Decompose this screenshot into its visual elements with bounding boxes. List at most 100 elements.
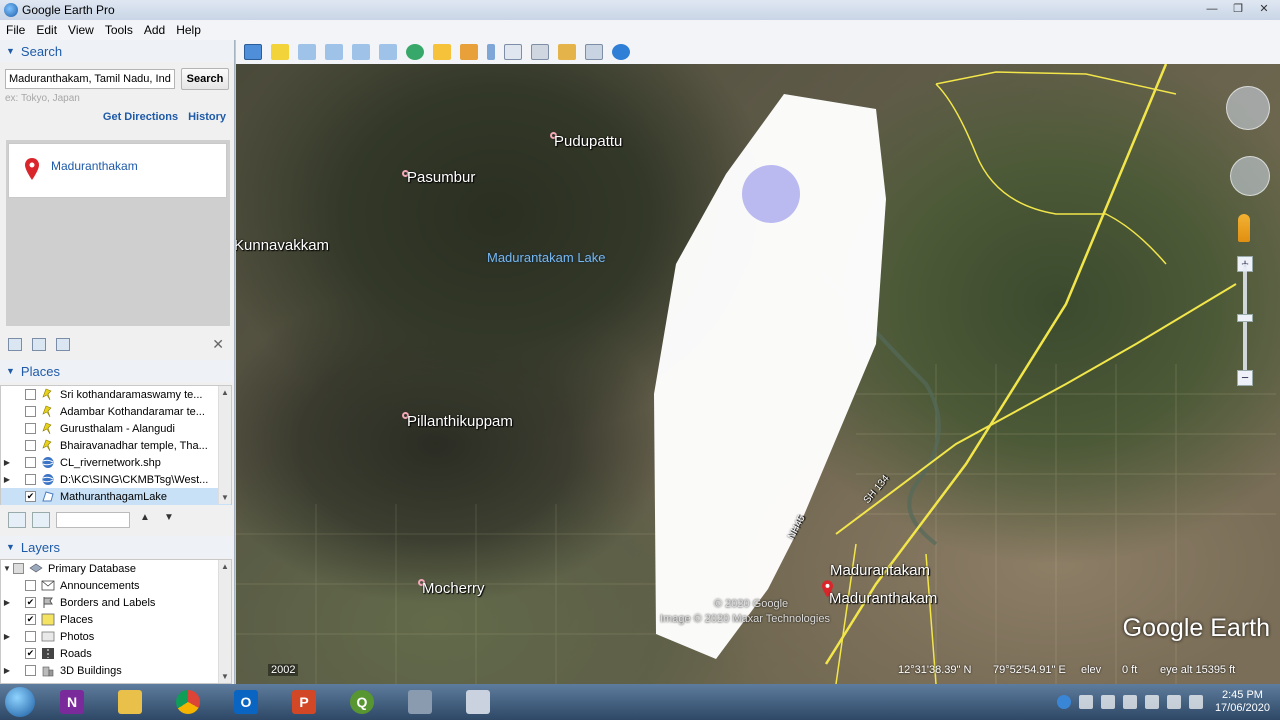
clear-results-icon[interactable]: ✕ <box>212 336 224 353</box>
checkbox[interactable] <box>25 474 36 485</box>
taskbar-chrome[interactable] <box>162 685 214 719</box>
tree-row[interactable]: Sri kothandaramaswamy te... <box>1 386 231 403</box>
get-directions-link[interactable]: Get Directions <box>103 111 178 123</box>
taskbar-powerpoint[interactable]: P <box>278 685 330 719</box>
path-tool-icon[interactable] <box>325 44 343 60</box>
label-madurantakam[interactable]: Madurantakam <box>830 562 930 579</box>
overlay-icon[interactable] <box>352 44 370 60</box>
close-button[interactable]: ✕ <box>1252 1 1276 18</box>
expand-arrow-icon[interactable]: ▶ <box>1 458 13 467</box>
menu-file[interactable]: File <box>6 23 25 37</box>
tree-row[interactable]: Bhairavanadhar temple, Tha... <box>1 437 231 454</box>
tree-row[interactable]: ▶ CL_rivernetwork.shp <box>1 454 231 471</box>
look-control[interactable] <box>1226 86 1270 130</box>
print-icon[interactable] <box>56 337 70 351</box>
zoom-out-button[interactable]: − <box>1237 370 1253 386</box>
historical-year[interactable]: 2002 <box>268 664 299 676</box>
checkbox[interactable] <box>25 457 36 468</box>
menu-add[interactable]: Add <box>144 23 165 37</box>
expand-arrow-icon[interactable]: ▶ <box>1 475 13 484</box>
search-places-icon[interactable] <box>8 512 26 528</box>
planet-icon[interactable] <box>460 44 478 60</box>
checkbox[interactable] <box>25 389 36 400</box>
checkbox[interactable] <box>25 440 36 451</box>
search-result-item[interactable]: Maduranthakam <box>8 143 227 198</box>
security-icon[interactable] <box>1144 695 1159 709</box>
tree-row[interactable]: Announcements <box>1 577 231 594</box>
checkbox-checked[interactable]: ✔ <box>25 491 36 502</box>
flag-icon[interactable] <box>1078 695 1093 709</box>
zoom-slider-handle[interactable] <box>1237 314 1253 322</box>
email-icon[interactable] <box>504 44 522 60</box>
panel-toggle-icon[interactable] <box>32 512 50 528</box>
history-link[interactable]: History <box>188 111 226 123</box>
checkbox[interactable] <box>25 580 36 591</box>
copy-icon[interactable] <box>32 337 46 351</box>
lavender-marker[interactable] <box>742 165 800 223</box>
checkbox-checked[interactable]: ✔ <box>25 597 36 608</box>
tree-row[interactable]: ▶ 3D Buildings <box>1 662 231 679</box>
network-icon[interactable] <box>1100 695 1115 709</box>
tree-row[interactable]: ✔ Roads <box>1 645 231 662</box>
places-section-header[interactable]: ▼ Places <box>0 360 234 382</box>
checkbox[interactable] <box>13 563 24 574</box>
move-up-icon[interactable]: ▲ <box>136 512 154 528</box>
device-icon[interactable] <box>1122 695 1137 709</box>
signal-icon[interactable] <box>1166 695 1181 709</box>
checkbox-checked[interactable]: ✔ <box>25 614 36 625</box>
checkbox[interactable] <box>25 631 36 642</box>
layers-scrollbar[interactable]: ▲ ▼ <box>218 560 231 683</box>
maximize-button[interactable]: ❐ <box>1226 1 1250 18</box>
historical-imagery-icon[interactable] <box>406 44 424 60</box>
help-icon[interactable] <box>1056 695 1071 709</box>
expand-arrow-icon[interactable]: ▶ <box>1 666 13 675</box>
checkbox-checked[interactable]: ✔ <box>25 648 36 659</box>
label-pudupattu[interactable]: Pudupattu <box>554 133 622 150</box>
menu-view[interactable]: View <box>68 23 94 37</box>
tree-row[interactable]: ▶ ✔ Borders and Labels <box>1 594 231 611</box>
start-button[interactable] <box>0 684 40 720</box>
label-kunnavakkam[interactable]: Kunnavakkam <box>236 237 329 254</box>
tree-row[interactable]: Adambar Kothandaramar te... <box>1 403 231 420</box>
move-control[interactable] <box>1230 156 1270 196</box>
label-mocherry[interactable]: Mocherry <box>422 580 485 597</box>
places-scrollbar[interactable]: ▲ ▼ <box>218 386 231 504</box>
taskbar-app[interactable] <box>452 685 504 719</box>
save-image-icon[interactable] <box>558 44 576 60</box>
search-section-header[interactable]: ▼ Search <box>0 40 234 62</box>
sunlight-icon[interactable] <box>433 44 451 60</box>
search-button[interactable]: Search <box>181 68 229 90</box>
label-madurantakam-lake[interactable]: Madurantakam Lake <box>487 250 606 265</box>
taskbar-google-earth-pro[interactable] <box>394 685 446 719</box>
search-input[interactable] <box>5 69 175 89</box>
taskbar-qgis[interactable]: Q <box>336 685 388 719</box>
placemark-icon[interactable] <box>271 44 289 60</box>
street-view-pegman-icon[interactable] <box>1238 214 1250 242</box>
menu-help[interactable]: Help <box>176 23 201 37</box>
clock[interactable]: 2:45 PM 17/06/2020 <box>1215 689 1270 715</box>
taskbar-outlook[interactable]: O <box>220 685 272 719</box>
tree-row-selected[interactable]: ✔ MathuranthagamLake <box>1 488 231 505</box>
label-maduranthakam[interactable]: Maduranthakam <box>829 590 937 607</box>
minimize-button[interactable]: — <box>1200 1 1224 18</box>
expand-arrow-icon[interactable]: ▶ <box>1 598 13 607</box>
checkbox[interactable] <box>25 406 36 417</box>
menu-edit[interactable]: Edit <box>36 23 57 37</box>
add-folder-icon[interactable] <box>8 337 22 351</box>
polygon-tool-icon[interactable] <box>298 44 316 60</box>
print-icon[interactable] <box>531 44 549 60</box>
collapse-arrow-icon[interactable]: ▼ <box>1 564 13 573</box>
taskbar-explorer[interactable] <box>104 685 156 719</box>
layers-section-header[interactable]: ▼ Layers <box>0 536 234 558</box>
taskbar-onenote[interactable]: N <box>46 685 98 719</box>
tree-row[interactable]: Gurusthalam - Alangudi <box>1 420 231 437</box>
sidebar-toggle-icon[interactable] <box>244 44 262 60</box>
checkbox[interactable] <box>25 665 36 676</box>
checkbox[interactable] <box>25 423 36 434</box>
label-pasumbur[interactable]: Pasumbur <box>407 169 475 186</box>
tour-icon[interactable] <box>379 44 397 60</box>
zoom-slider[interactable] <box>1243 264 1247 380</box>
menu-tools[interactable]: Tools <box>105 23 133 37</box>
earth-icon[interactable] <box>612 44 630 60</box>
tree-row[interactable]: ✔ Places <box>1 611 231 628</box>
